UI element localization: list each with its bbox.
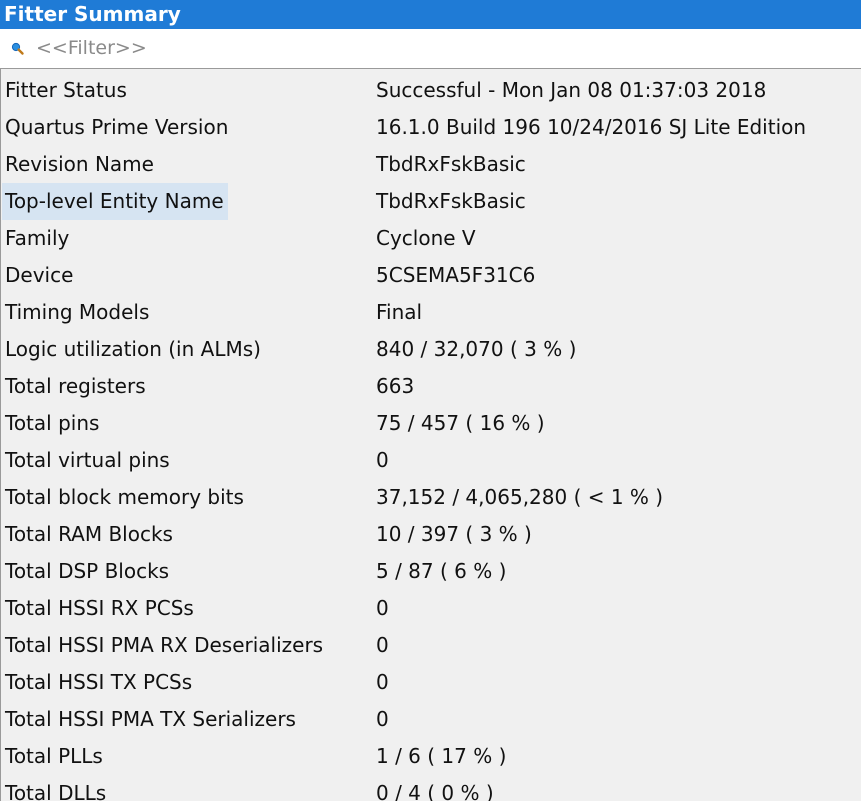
table-row[interactable]: Quartus Prime Version 16.1.0 Build 196 10… bbox=[1, 109, 861, 146]
row-value-cell[interactable]: 0 bbox=[376, 701, 389, 738]
table-row[interactable]: Total HSSI PMA TX Serializers 0 bbox=[1, 701, 861, 738]
row-name-cell[interactable]: Total virtual pins bbox=[2, 442, 174, 479]
row-value-cell[interactable]: TbdRxFskBasic bbox=[376, 183, 526, 220]
row-name-cell[interactable]: Total PLLs bbox=[2, 738, 107, 775]
row-name-cell[interactable]: Total block memory bits bbox=[2, 479, 248, 516]
row-value-cell[interactable]: 663 bbox=[376, 368, 414, 405]
table-row[interactable]: Total registers 663 bbox=[1, 368, 861, 405]
row-value-cell[interactable]: 37,152 / 4,065,280 ( < 1 % ) bbox=[376, 479, 663, 516]
row-value-cell[interactable]: Successful - Mon Jan 08 01:37:03 2018 bbox=[376, 72, 766, 109]
row-name-cell[interactable]: Top-level Entity Name bbox=[2, 183, 228, 220]
table-row[interactable]: Total PLLs 1 / 6 ( 17 % ) bbox=[1, 738, 861, 775]
table-row[interactable]: Total DSP Blocks 5 / 87 ( 6 % ) bbox=[1, 553, 861, 590]
summary-table: Fitter Status Successful - Mon Jan 08 01:… bbox=[0, 69, 861, 801]
table-row[interactable]: Revision Name TbdRxFskBasic bbox=[1, 146, 861, 183]
row-value-cell[interactable]: 16.1.0 Build 196 10/24/2016 SJ Lite Edit… bbox=[376, 109, 806, 146]
table-row[interactable]: Device 5CSEMA5F31C6 bbox=[1, 257, 861, 294]
row-name-cell[interactable]: Total pins bbox=[2, 405, 103, 442]
row-name-cell[interactable]: Total DSP Blocks bbox=[2, 553, 173, 590]
table-row[interactable]: Timing Models Final bbox=[1, 294, 861, 331]
row-value-cell[interactable]: TbdRxFskBasic bbox=[376, 146, 526, 183]
row-name-cell[interactable]: Quartus Prime Version bbox=[2, 109, 232, 146]
row-name-cell[interactable]: Family bbox=[2, 220, 73, 257]
window-title: Fitter Summary bbox=[0, 0, 861, 29]
row-name-cell[interactable]: Device bbox=[2, 257, 77, 294]
row-name-cell[interactable]: Total RAM Blocks bbox=[2, 516, 177, 553]
table-row[interactable]: Family Cyclone V bbox=[1, 220, 861, 257]
row-name-cell[interactable]: Fitter Status bbox=[2, 72, 131, 109]
row-value-cell[interactable]: 0 / 4 ( 0 % ) bbox=[376, 775, 494, 801]
filter-input[interactable] bbox=[36, 33, 836, 63]
row-value-cell[interactable]: Cyclone V bbox=[376, 220, 476, 257]
row-value-cell[interactable]: 840 / 32,070 ( 3 % ) bbox=[376, 331, 576, 368]
row-value-cell[interactable]: 10 / 397 ( 3 % ) bbox=[376, 516, 532, 553]
row-value-cell[interactable]: 0 bbox=[376, 627, 389, 664]
table-row[interactable]: Top-level Entity Name TbdRxFskBasic bbox=[1, 183, 861, 220]
table-row[interactable]: Total HSSI RX PCSs 0 bbox=[1, 590, 861, 627]
row-value-cell[interactable]: 75 / 457 ( 16 % ) bbox=[376, 405, 545, 442]
row-value-cell[interactable]: 0 bbox=[376, 442, 389, 479]
table-row[interactable]: Fitter Status Successful - Mon Jan 08 01:… bbox=[1, 72, 861, 109]
filter-bar bbox=[0, 29, 861, 69]
row-name-cell[interactable]: Logic utilization (in ALMs) bbox=[2, 331, 265, 368]
row-name-cell[interactable]: Total HSSI PMA RX Deserializers bbox=[2, 627, 327, 664]
table-row[interactable]: Total HSSI PMA RX Deserializers 0 bbox=[1, 627, 861, 664]
row-name-cell[interactable]: Total HSSI PMA TX Serializers bbox=[2, 701, 300, 738]
row-name-cell[interactable]: Timing Models bbox=[2, 294, 153, 331]
table-row[interactable]: Total virtual pins 0 bbox=[1, 442, 861, 479]
table-row[interactable]: Total pins 75 / 457 ( 16 % ) bbox=[1, 405, 861, 442]
row-value-cell[interactable]: 0 bbox=[376, 590, 389, 627]
row-name-cell[interactable]: Total HSSI TX PCSs bbox=[2, 664, 196, 701]
row-name-cell[interactable]: Revision Name bbox=[2, 146, 158, 183]
row-value-cell[interactable]: 1 / 6 ( 17 % ) bbox=[376, 738, 506, 775]
row-value-cell[interactable]: 5 / 87 ( 6 % ) bbox=[376, 553, 506, 590]
row-name-cell[interactable]: Total HSSI RX PCSs bbox=[2, 590, 198, 627]
table-row[interactable]: Total RAM Blocks 10 / 397 ( 3 % ) bbox=[1, 516, 861, 553]
row-value-cell[interactable]: 0 bbox=[376, 664, 389, 701]
table-row[interactable]: Logic utilization (in ALMs) 840 / 32,070 … bbox=[1, 331, 861, 368]
table-row[interactable]: Total DLLs 0 / 4 ( 0 % ) bbox=[1, 775, 861, 801]
row-value-cell[interactable]: 5CSEMA5F31C6 bbox=[376, 257, 535, 294]
fitter-summary-window: Fitter Summary Fitter Status Successful -… bbox=[0, 0, 861, 801]
row-name-cell[interactable]: Total DLLs bbox=[2, 775, 110, 801]
row-name-cell[interactable]: Total registers bbox=[2, 368, 150, 405]
search-icon[interactable] bbox=[11, 41, 25, 55]
row-value-cell[interactable]: Final bbox=[376, 294, 422, 331]
table-row[interactable]: Total block memory bits 37,152 / 4,065,28… bbox=[1, 479, 861, 516]
table-row[interactable]: Total HSSI TX PCSs 0 bbox=[1, 664, 861, 701]
